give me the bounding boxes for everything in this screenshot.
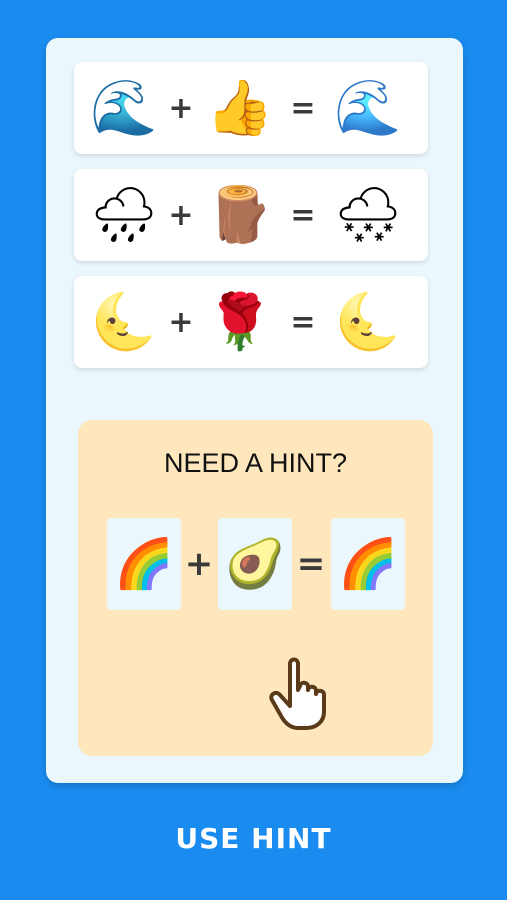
equals-operator: = — [290, 90, 316, 126]
equals-operator: = — [290, 304, 316, 340]
plus-operator: + — [168, 90, 194, 126]
equals-operator: = — [290, 197, 316, 233]
plus-operator: + — [184, 544, 214, 584]
rainbow-icon: 🌈 — [107, 518, 181, 610]
rose-icon: 🌹 — [206, 290, 274, 353]
hint-title: NEED A HINT? — [163, 448, 348, 478]
equation-row: 🌜 + 🌹 = 🌜 — [74, 276, 428, 368]
thumbs-up-icon: 👍 — [206, 76, 274, 139]
cloud-with-rain-icon: 🌧 — [89, 183, 159, 246]
water-wave-icon: 🌊 — [90, 76, 158, 139]
rainbow-avocado-icon: 🌈 — [331, 518, 405, 610]
wood-log-icon: 🪵 — [206, 183, 274, 246]
wave-thumbs-up-icon: 🌊 — [334, 76, 402, 139]
plus-operator: + — [168, 304, 194, 340]
equation-row: 🌊 + 👍 = 🌊 — [74, 62, 428, 154]
plus-operator: + — [168, 197, 194, 233]
avocado-icon: 🥑 — [218, 518, 292, 610]
moon-holding-rose-icon: 🌜 — [334, 290, 402, 353]
crescent-moon-face-icon: 🌜 — [90, 290, 158, 353]
equation-row: 🌧 + 🪵 = 🌨 — [74, 169, 428, 261]
hint-panel: NEED A HINT? 🌈 + 🥑 = 🌈 — [78, 420, 433, 756]
puzzle-card: 🌊 + 👍 = 🌊 🌧 + 🪵 = 🌨 🌜 + 🌹 = 🌜 NEED A HIN… — [46, 38, 463, 783]
use-hint-button[interactable]: USE HINT — [0, 822, 507, 855]
equals-operator: = — [296, 544, 326, 584]
cloud-raining-logs-icon: 🌨 — [333, 183, 403, 246]
tap-hand-icon — [269, 657, 327, 730]
